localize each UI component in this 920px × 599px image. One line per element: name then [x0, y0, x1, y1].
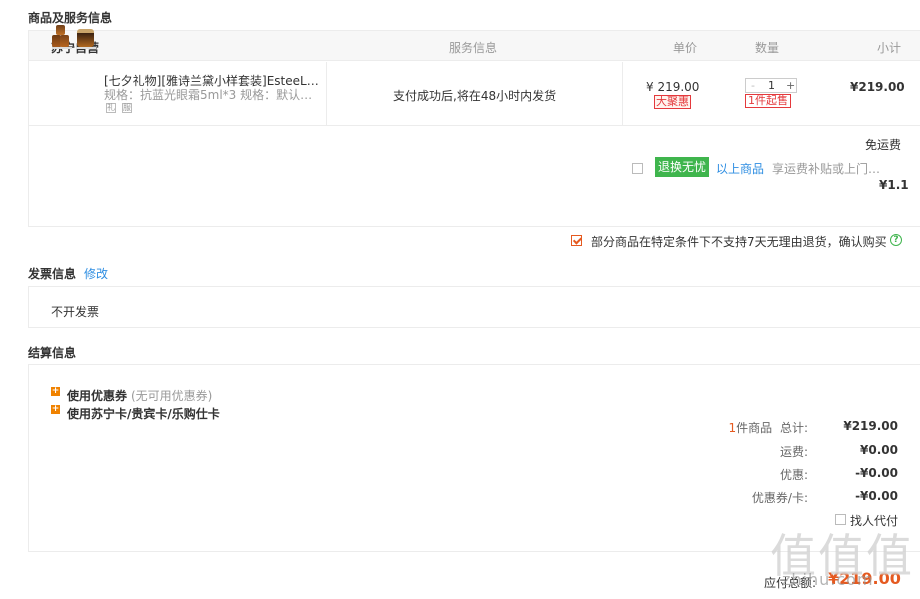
product-thumbnail[interactable]	[76, 25, 96, 49]
coupon-note: (无可用优惠券)	[131, 389, 213, 403]
confirm-no-return-text: 部分商品在特定条件下不支持7天无理由退货，确认购买	[591, 235, 887, 249]
invoice-box: 不开发票	[28, 286, 920, 328]
service-info: 支付成功后,将在48小时内发货	[393, 89, 557, 103]
goods-section-title: 商品及服务信息	[28, 11, 113, 25]
return-insurance-checkbox[interactable]	[632, 163, 643, 174]
plus-icon[interactable]: +	[51, 387, 60, 396]
help-icon[interactable]: ?	[890, 234, 902, 246]
discount-label: 优惠:	[779, 468, 808, 482]
total-value: ¥219.00	[843, 419, 898, 433]
freight-label: 运费:	[779, 445, 808, 459]
col-subtotal: 小计	[877, 41, 902, 55]
card-toggle[interactable]: 使用苏宁卡/贵宾卡/乐购仕卡	[67, 405, 220, 422]
row-divider	[326, 62, 327, 126]
return-insurance-tag: 退换无忧	[655, 157, 709, 177]
return-fee: ¥1.1	[879, 178, 909, 192]
col-service: 服务信息	[449, 41, 498, 55]
quantity-stepper: - 1 +	[745, 78, 797, 93]
settlement-section-title: 结算信息	[28, 346, 77, 360]
product-spec: 规格：抗蓝光眼霜5ml*3 规格：默认…	[104, 88, 313, 102]
service-icon: 服	[122, 103, 132, 113]
free-shipping: 免运费	[865, 138, 902, 152]
confirm-no-return-checkbox[interactable]	[571, 235, 582, 246]
plus-icon[interactable]: +	[51, 405, 60, 414]
freight-value: ¥0.00	[860, 443, 898, 457]
watermark-url: zhihu.com	[782, 570, 874, 589]
col-quantity: 数量	[755, 41, 780, 55]
coupon-toggle[interactable]: 使用优惠券	[67, 387, 127, 404]
return-scope: 以上商品	[716, 162, 765, 176]
invoice-edit-link[interactable]: 修改	[84, 265, 108, 282]
gift-icon: 礼	[106, 103, 116, 113]
invoice-section-title: 发票信息	[28, 267, 77, 281]
return-desc: 享运费补贴或上门…	[772, 162, 881, 176]
qty-plus-button[interactable]: +	[786, 79, 795, 92]
coupon-card-label: 优惠券/卡:	[751, 491, 808, 505]
unit-price: ¥ 219.00	[646, 80, 700, 94]
item-count-suffix: 件商品	[736, 421, 773, 435]
summary-count-line: 1件商品 总计:	[728, 419, 808, 436]
total-label: 总计:	[779, 421, 808, 435]
qty-minus-button[interactable]: -	[751, 79, 755, 92]
coupon-card-value: -¥0.00	[855, 489, 898, 503]
item-count: 1	[728, 421, 737, 435]
row-divider	[622, 62, 623, 126]
goods-table-header: 苏宁自营 服务信息 单价 数量 小计	[29, 31, 920, 61]
min-buy-tag: 1件起售	[745, 94, 791, 108]
watermark: 值 值 值 zhihu.com	[770, 520, 918, 595]
invoice-value: 不开发票	[51, 305, 100, 319]
discount-value: -¥0.00	[855, 466, 898, 480]
item-subtotal: ¥219.00	[850, 80, 905, 94]
promo-tag: 大聚惠	[654, 95, 691, 109]
col-unit-price: 单价	[673, 41, 698, 55]
qty-input[interactable]: 1	[768, 79, 775, 92]
product-thumbnail[interactable]	[52, 25, 72, 49]
